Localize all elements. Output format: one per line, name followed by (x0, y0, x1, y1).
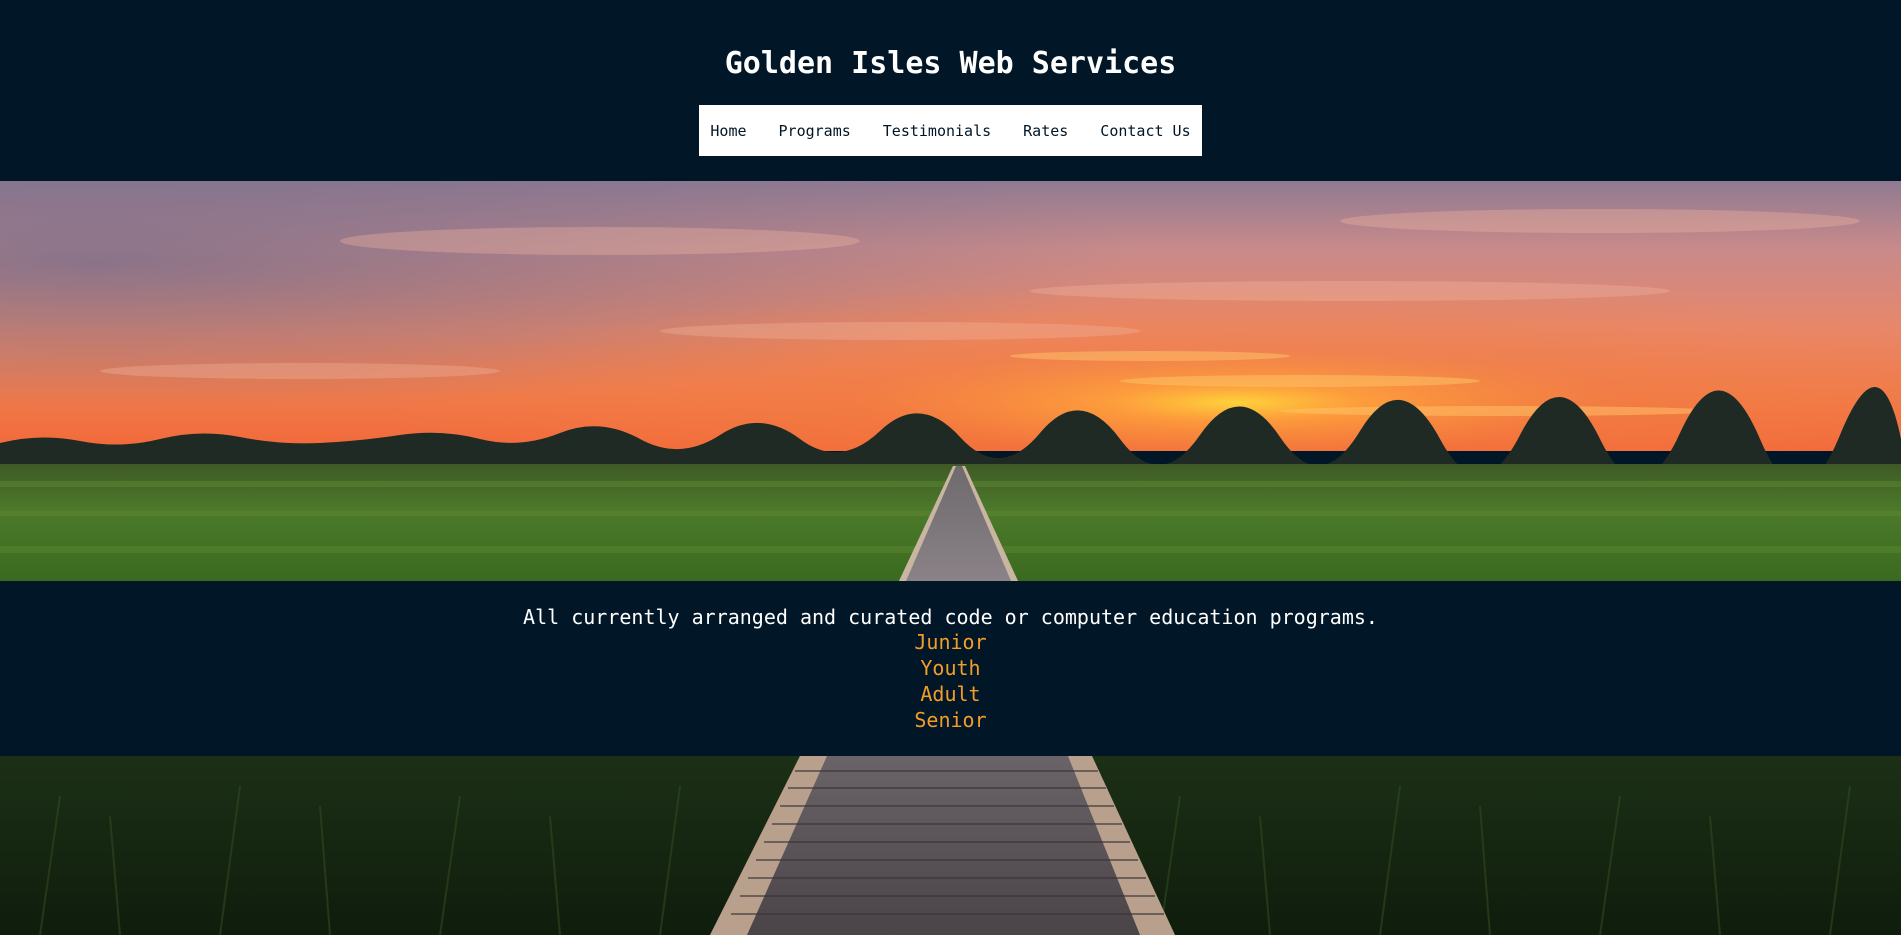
program-link-senior[interactable]: Senior (914, 708, 986, 732)
list-item: Adult (0, 682, 1901, 708)
programs-section: All currently arranged and curated code … (0, 581, 1901, 756)
nav-link-home[interactable]: Home (694, 122, 762, 140)
nav-link-programs[interactable]: Programs (763, 122, 867, 140)
programs-list: Junior Youth Adult Senior (0, 630, 1901, 734)
hero-sunset-image (0, 181, 1901, 581)
nav-link-contact-us[interactable]: Contact Us (1084, 122, 1206, 140)
page: Golden Isles Web Services Home Programs … (0, 0, 1901, 935)
list-item: Senior (0, 708, 1901, 734)
site-header: Golden Isles Web Services Home Programs … (0, 0, 1901, 181)
background-boardwalk-image (0, 756, 1901, 935)
program-link-junior[interactable]: Junior (914, 630, 986, 654)
nav-link-rates[interactable]: Rates (1007, 122, 1084, 140)
list-item: Youth (0, 656, 1901, 682)
program-link-adult[interactable]: Adult (920, 682, 980, 706)
main-nav: Home Programs Testimonials Rates Contact… (699, 105, 1202, 156)
programs-intro: All currently arranged and curated code … (523, 605, 1378, 629)
list-item: Junior (0, 630, 1901, 656)
nav-link-testimonials[interactable]: Testimonials (867, 122, 1007, 140)
site-title: Golden Isles Web Services (724, 46, 1177, 81)
program-link-youth[interactable]: Youth (920, 656, 980, 680)
